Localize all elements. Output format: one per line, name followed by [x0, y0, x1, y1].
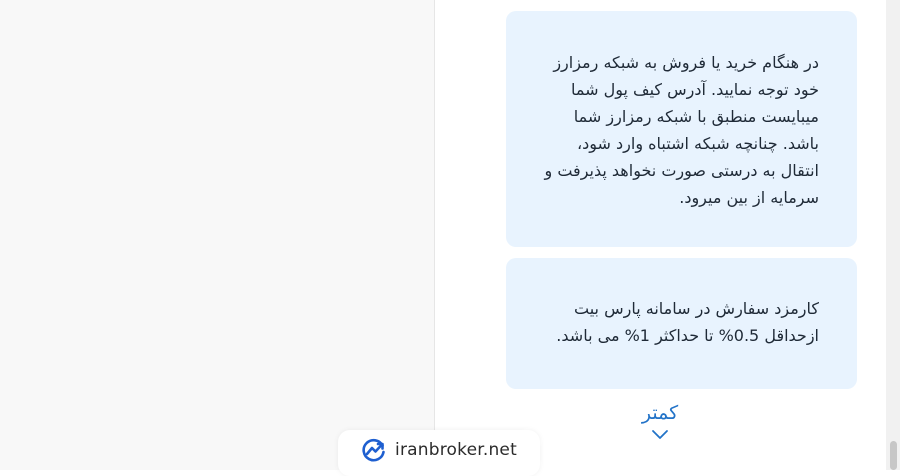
show-less-label: کمتر [641, 402, 679, 424]
watermark-badge: iranbroker.net [338, 430, 540, 476]
watermark-text: iranbroker.net [395, 440, 517, 460]
left-panel [0, 0, 435, 470]
scrollbar-thumb[interactable] [890, 441, 897, 470]
info-card-network-warning: در هنگام خرید یا فروش به شبکه رمزارز خود… [506, 11, 857, 247]
chevron-down-icon [652, 430, 668, 439]
network-warning-text: در هنگام خرید یا فروش به شبکه رمزارز خود… [544, 53, 819, 207]
fee-info-text: کارمزد سفارش در سامانه پارس بیت ازحداقل … [556, 299, 819, 345]
info-card-fee: کارمزد سفارش در سامانه پارس بیت ازحداقل … [506, 258, 857, 389]
trend-chart-icon [362, 438, 385, 462]
show-less-button[interactable]: کمتر [600, 398, 720, 454]
vertical-scrollbar[interactable] [886, 0, 900, 470]
